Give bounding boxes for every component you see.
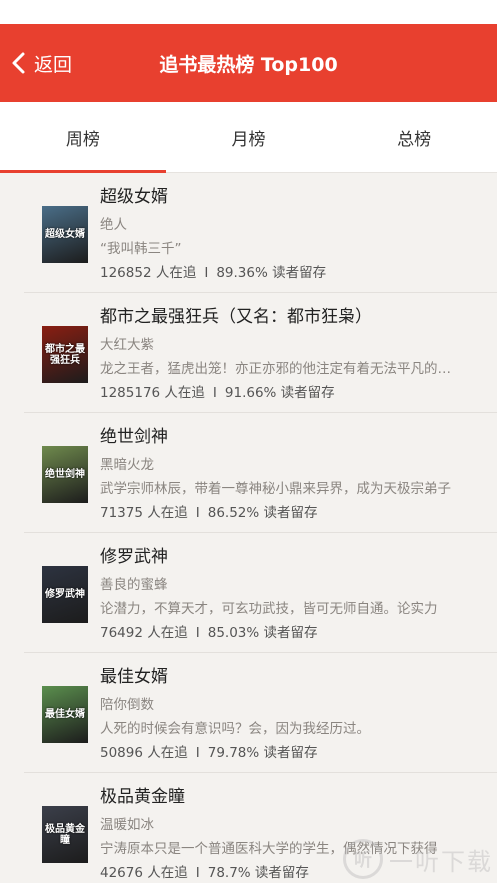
tab-total[interactable]: 总榜 bbox=[331, 102, 497, 172]
book-item[interactable]: 绝世剑神 绝世剑神 黑暗火龙 武学宗师林辰，带着一尊神秘小鼎来异界，成为天极宗弟… bbox=[0, 413, 497, 533]
book-list: 超级女婿 超级女婿 绝人 “我叫韩三千” 126852 人在追 I 89.36% 读… bbox=[0, 173, 497, 883]
book-stats: 126852 人在追 I 89.36% 读者留存 bbox=[100, 261, 497, 285]
book-item[interactable]: 超级女婿 超级女婿 绝人 “我叫韩三千” 126852 人在追 I 89.36% 读… bbox=[0, 173, 497, 293]
book-author: 善良的蜜蜂 bbox=[100, 577, 168, 593]
separator: I bbox=[195, 625, 200, 641]
retention-rate: 78.7% 读者留存 bbox=[207, 865, 309, 881]
book-author: 黑暗火龙 bbox=[100, 457, 154, 473]
retention-rate: 86.52% 读者留存 bbox=[207, 505, 318, 521]
reader-count: 71375 人在追 bbox=[100, 505, 188, 521]
cover-title: 都市之最强狂兵 bbox=[45, 343, 85, 366]
retention-rate: 89.36% 读者留存 bbox=[216, 265, 327, 281]
cover-title: 修罗武神 bbox=[45, 589, 85, 600]
cover-title: 超级女婿 bbox=[45, 229, 85, 240]
retention-rate: 85.03% 读者留存 bbox=[207, 625, 318, 641]
nav-bar: 返回 追书最热榜 Top100 bbox=[0, 24, 497, 102]
separator: I bbox=[195, 865, 200, 881]
retention-rate: 79.78% 读者留存 bbox=[207, 745, 318, 761]
book-cover: 超级女婿 bbox=[42, 206, 88, 263]
back-label: 返回 bbox=[34, 53, 73, 76]
status-bar bbox=[0, 0, 497, 24]
book-cover: 最佳女婿 bbox=[42, 686, 88, 743]
book-stats: 71375 人在追 I 86.52% 读者留存 bbox=[100, 501, 497, 525]
separator: I bbox=[195, 505, 200, 521]
book-cover: 极品黄金瞳 bbox=[42, 806, 88, 863]
book-stats: 76492 人在追 I 85.03% 读者留存 bbox=[100, 621, 497, 645]
reader-count: 50896 人在追 bbox=[100, 745, 188, 761]
book-author: 陪你倒数 bbox=[100, 697, 154, 713]
book-title: 修罗武神 bbox=[100, 547, 168, 567]
book-title: 最佳女婿 bbox=[100, 667, 168, 687]
book-item[interactable]: 修罗武神 修罗武神 善良的蜜蜂 论潜力，不算天才，可玄功武技，皆可无师自通。论实… bbox=[0, 533, 497, 653]
book-description: 论潜力，不算天才，可玄功武技，皆可无师自通。论实力 bbox=[100, 601, 438, 617]
tab-monthly[interactable]: 月榜 bbox=[166, 102, 332, 172]
book-cover: 修罗武神 bbox=[42, 566, 88, 623]
book-title: 都市之最强狂兵（又名：都市狂枭） bbox=[100, 307, 372, 327]
book-description: 人死的时候会有意识吗？会，因为我经历过。 bbox=[100, 721, 370, 737]
book-item[interactable]: 极品黄金瞳 极品黄金瞳 温暖如冰 宁涛原本只是一个普通医科大学的学生，偶然情况下… bbox=[0, 773, 497, 883]
retention-rate: 91.66% 读者留存 bbox=[224, 385, 335, 401]
book-description: 宁涛原本只是一个普通医科大学的学生，偶然情况下获得 bbox=[100, 841, 438, 857]
book-stats: 42676 人在追 I 78.7% 读者留存 bbox=[100, 861, 497, 883]
page-title: 追书最热榜 Top100 bbox=[159, 53, 338, 76]
reader-count: 1285176 人在追 bbox=[100, 385, 205, 401]
book-stats: 50896 人在追 I 79.78% 读者留存 bbox=[100, 741, 497, 765]
reader-count: 42676 人在追 bbox=[100, 865, 188, 881]
book-item[interactable]: 最佳女婿 最佳女婿 陪你倒数 人死的时候会有意识吗？会，因为我经历过。 5089… bbox=[0, 653, 497, 773]
separator: I bbox=[212, 385, 217, 401]
book-item[interactable]: 都市之最强狂兵 都市之最强狂兵（又名：都市狂枭） 大红大紫 龙之王者，猛虎出笼！… bbox=[0, 293, 497, 413]
book-stats: 1285176 人在追 I 91.66% 读者留存 bbox=[100, 381, 497, 405]
reader-count: 126852 人在追 bbox=[100, 265, 197, 281]
reader-count: 76492 人在追 bbox=[100, 625, 188, 641]
separator: I bbox=[204, 265, 209, 281]
back-button[interactable]: 返回 bbox=[10, 24, 72, 102]
book-title: 绝世剑神 bbox=[100, 427, 168, 447]
tab-bar: 周榜 月榜 总榜 bbox=[0, 102, 497, 173]
book-title: 极品黄金瞳 bbox=[100, 787, 185, 807]
book-description: “我叫韩三千” bbox=[100, 241, 182, 257]
book-author: 温暖如冰 bbox=[100, 817, 154, 833]
book-author: 绝人 bbox=[100, 217, 127, 233]
cover-title: 绝世剑神 bbox=[45, 469, 85, 480]
book-description: 武学宗师林辰，带着一尊神秘小鼎来异界，成为天极宗弟子 bbox=[100, 481, 451, 497]
cover-title: 极品黄金瞳 bbox=[45, 823, 85, 846]
book-description: 龙之王者，猛虎出笼！亦正亦邪的他注定有着无法平凡的一生 bbox=[100, 361, 465, 377]
tab-weekly[interactable]: 周榜 bbox=[0, 102, 166, 173]
separator: I bbox=[195, 745, 200, 761]
book-author: 大红大紫 bbox=[100, 337, 154, 353]
book-cover: 都市之最强狂兵 bbox=[42, 326, 88, 383]
book-title: 超级女婿 bbox=[100, 187, 168, 207]
cover-title: 最佳女婿 bbox=[45, 709, 85, 720]
chevron-left-icon bbox=[12, 52, 25, 74]
book-cover: 绝世剑神 bbox=[42, 446, 88, 503]
